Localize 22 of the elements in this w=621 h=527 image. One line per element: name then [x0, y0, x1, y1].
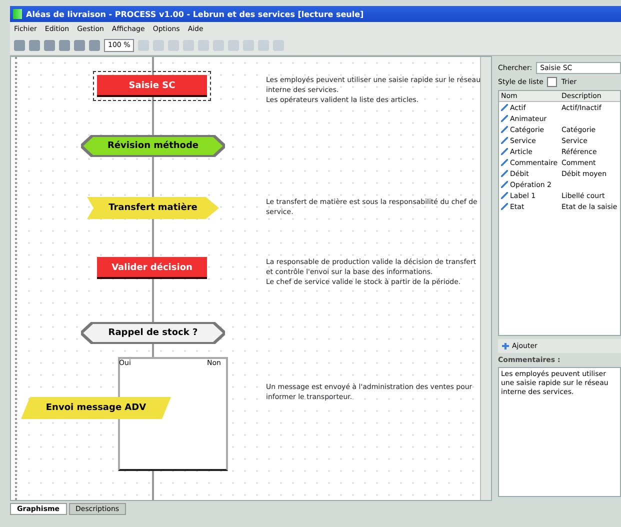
toolbar-icon[interactable] — [44, 40, 55, 50]
toolbar-icon[interactable] — [89, 40, 100, 50]
toolbar-icon[interactable] — [243, 40, 254, 50]
toolbar-icon[interactable] — [74, 40, 85, 50]
toolbar-icon[interactable] — [168, 40, 180, 50]
sort-checkbox[interactable] — [547, 77, 558, 87]
toolbar-icon[interactable] — [258, 40, 270, 50]
toolbar-icon[interactable] — [153, 40, 164, 50]
toolbar-icon[interactable] — [59, 40, 70, 50]
plus-icon — [502, 342, 509, 350]
toolbar-icon[interactable] — [273, 40, 284, 50]
app-icon — [13, 9, 22, 19]
scrollbar[interactable] — [480, 57, 491, 500]
toolbar-icon[interactable] — [14, 40, 25, 50]
toolbar-icon[interactable] — [29, 40, 40, 50]
toolbar-icon[interactable] — [213, 40, 224, 50]
toolbar-icon[interactable] — [228, 40, 240, 50]
toolbar-icon[interactable] — [138, 40, 150, 50]
toolbar-icon[interactable] — [198, 40, 210, 50]
process-node[interactable]: Saisie SC — [93, 71, 211, 101]
window-title: Aléas de livraison - PROCESS v1.00 - Lebrun et des services [lecture seule] — [26, 10, 364, 18]
toolbar-icon[interactable] — [183, 40, 194, 50]
